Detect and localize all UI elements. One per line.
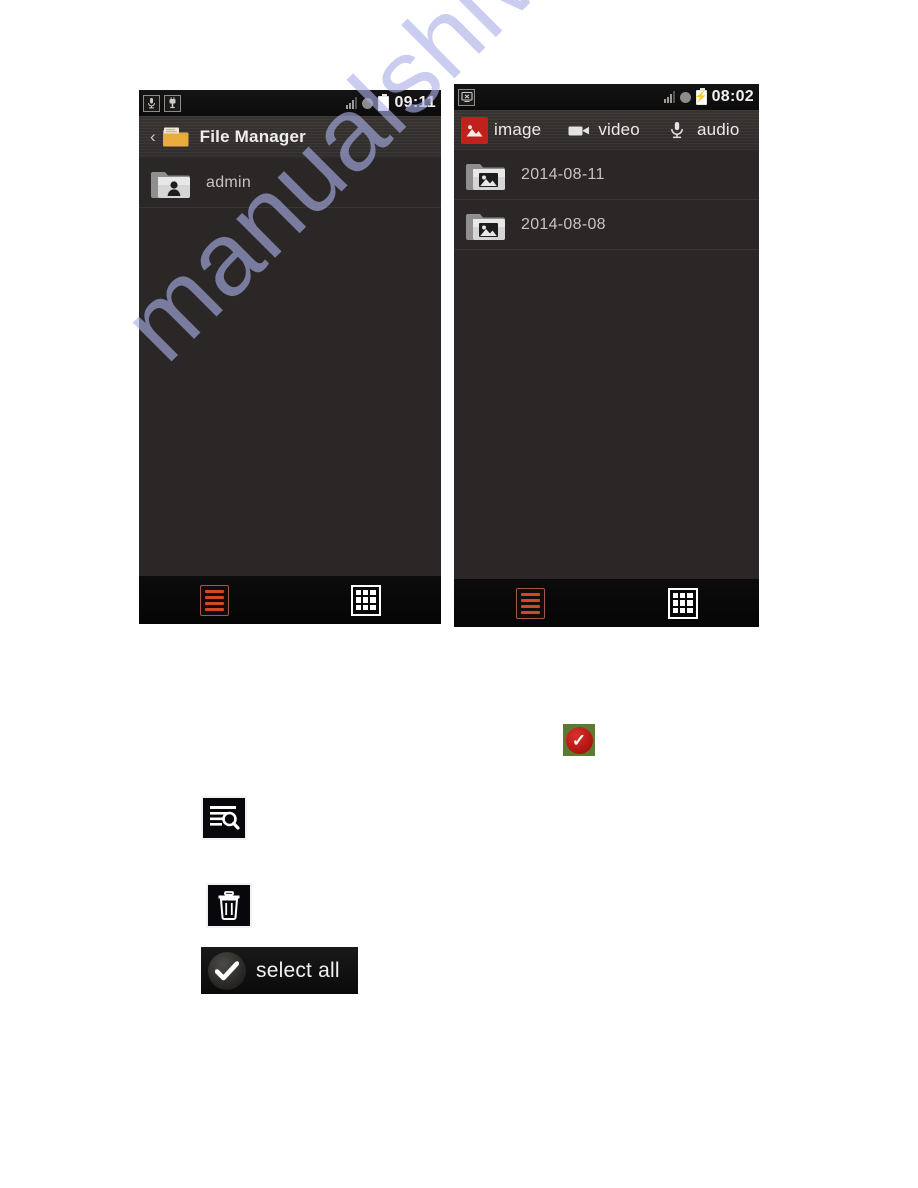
- list-item-label: admin: [206, 173, 252, 191]
- action-bar: ‹ File Manager: [139, 116, 441, 158]
- page-title: File Manager: [199, 127, 306, 146]
- tab-label: audio: [696, 120, 740, 139]
- tab-audio[interactable]: audio: [664, 117, 740, 144]
- list-view-icon: [515, 587, 545, 619]
- video-camera-icon: [565, 117, 592, 144]
- media-type-tabs: image video audio: [454, 110, 759, 150]
- screen-disconnect-icon: [458, 88, 475, 106]
- alarm-icon: [679, 91, 691, 103]
- select-all-button[interactable]: select all: [201, 947, 358, 994]
- list-view-icon: [200, 584, 229, 616]
- status-bar-system-icons: ⚡ 08:02: [663, 87, 754, 106]
- status-bar-notifications: [143, 94, 181, 112]
- tab-video[interactable]: video: [565, 117, 640, 144]
- list-view-button[interactable]: [454, 587, 607, 619]
- trash-icon: [206, 883, 252, 928]
- grid-view-button[interactable]: [607, 587, 760, 619]
- select-all-label: select all: [256, 958, 340, 982]
- status-bar-system-icons: 09:11: [346, 93, 436, 112]
- status-bar: 09:11: [139, 90, 441, 116]
- status-bar-clock: 09:11: [394, 94, 436, 111]
- alarm-icon: [362, 97, 374, 109]
- folder-image-icon: [464, 158, 508, 192]
- status-bar: ⚡ 08:02: [454, 84, 759, 110]
- battery-icon: [378, 93, 390, 111]
- list-view-button[interactable]: [139, 584, 290, 616]
- back-chevron-icon[interactable]: ‹: [147, 128, 163, 147]
- tab-label: video: [598, 120, 640, 139]
- list-item[interactable]: 2014-08-11: [454, 150, 759, 200]
- phone-screenshot-file-manager: 09:11 ‹ File Manager admin: [139, 90, 441, 624]
- list-item-label: 2014-08-08: [521, 215, 606, 233]
- grid-view-icon: [667, 587, 698, 619]
- tab-image[interactable]: image: [461, 116, 542, 144]
- folder-user-icon: [149, 166, 193, 200]
- image-icon: [461, 116, 488, 144]
- bottom-toolbar: [139, 576, 441, 624]
- grid-view-icon: [350, 584, 381, 616]
- battery-charging-icon: ⚡: [694, 87, 708, 105]
- signal-icon: [346, 97, 358, 109]
- microphone-icon: [664, 117, 691, 144]
- checkmark-icon: ✓: [565, 726, 593, 754]
- folder-image-icon: [464, 208, 508, 242]
- usb-plug-icon: [164, 94, 181, 112]
- grid-view-button[interactable]: [290, 584, 441, 616]
- list-item[interactable]: 2014-08-08: [454, 200, 759, 250]
- selected-check-badge: ✓: [563, 724, 595, 756]
- folder-icon: [162, 126, 189, 148]
- search-list-icon: [201, 796, 247, 840]
- tab-label: image: [494, 120, 542, 139]
- list-item[interactable]: admin: [139, 158, 441, 208]
- list-item-label: 2014-08-11: [521, 165, 605, 183]
- phone-screenshot-media-browser: ⚡ 08:02 image video audio 2014-08-11 201…: [454, 84, 759, 627]
- checkmark-icon: [208, 951, 246, 990]
- status-bar-clock: 08:02: [711, 88, 754, 105]
- signal-icon: [663, 91, 675, 103]
- status-bar-notifications: [458, 88, 475, 106]
- bottom-toolbar: [454, 579, 759, 627]
- file-list: admin: [139, 158, 441, 208]
- media-folder-list: 2014-08-11 2014-08-08: [454, 150, 759, 250]
- microphone-icon: [143, 94, 160, 112]
